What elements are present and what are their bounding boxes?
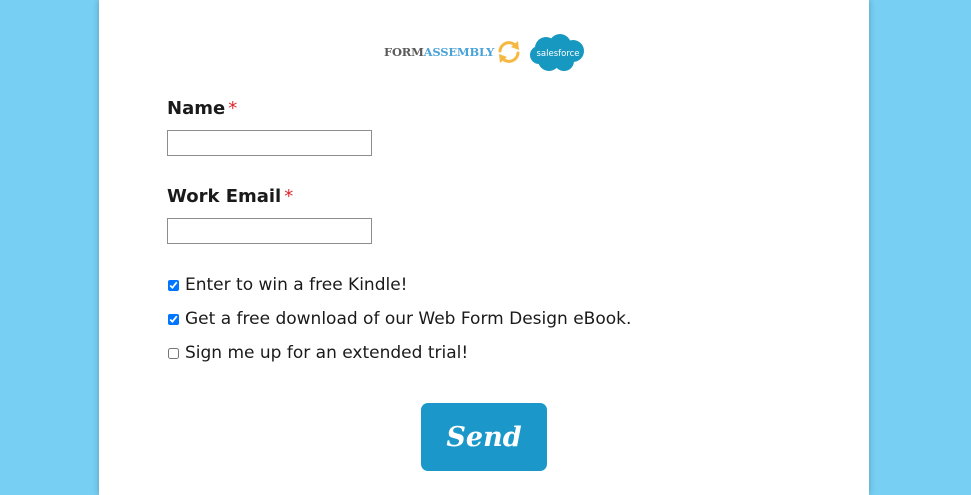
kindle-checkbox[interactable] <box>168 279 179 291</box>
ebook-checkbox-label[interactable]: Get a free download of our Web Form Desi… <box>185 309 631 329</box>
ebook-checkbox[interactable] <box>168 313 179 325</box>
kindle-checkbox-label[interactable]: Enter to win a free Kindle! <box>185 275 408 295</box>
trial-option: Sign me up for an extended trial! <box>167 342 468 364</box>
name-input[interactable] <box>167 130 372 156</box>
trial-checkbox-label[interactable]: Sign me up for an extended trial! <box>185 343 468 363</box>
logo-bar: FORMASSEMBLY salesforce <box>384 33 594 73</box>
form-card: FORMASSEMBLY salesforce Name * Work Email… <box>99 0 869 495</box>
sync-arrows-icon <box>498 41 520 63</box>
work-email-field-label: Work Email * <box>167 186 294 207</box>
kindle-option: Enter to win a free Kindle! <box>167 274 408 296</box>
required-marker: * <box>284 186 294 207</box>
salesforce-logo-text: salesforce <box>536 49 579 59</box>
ebook-option: Get a free download of our Web Form Desi… <box>167 308 631 330</box>
name-field-label: Name * <box>167 98 238 119</box>
formassembly-logo: FORMASSEMBLY <box>384 45 495 59</box>
salesforce-logo: salesforce <box>530 34 584 71</box>
work-email-input[interactable] <box>167 218 372 244</box>
trial-checkbox[interactable] <box>168 347 179 359</box>
send-button[interactable]: Send <box>421 403 547 471</box>
required-marker: * <box>228 98 238 119</box>
